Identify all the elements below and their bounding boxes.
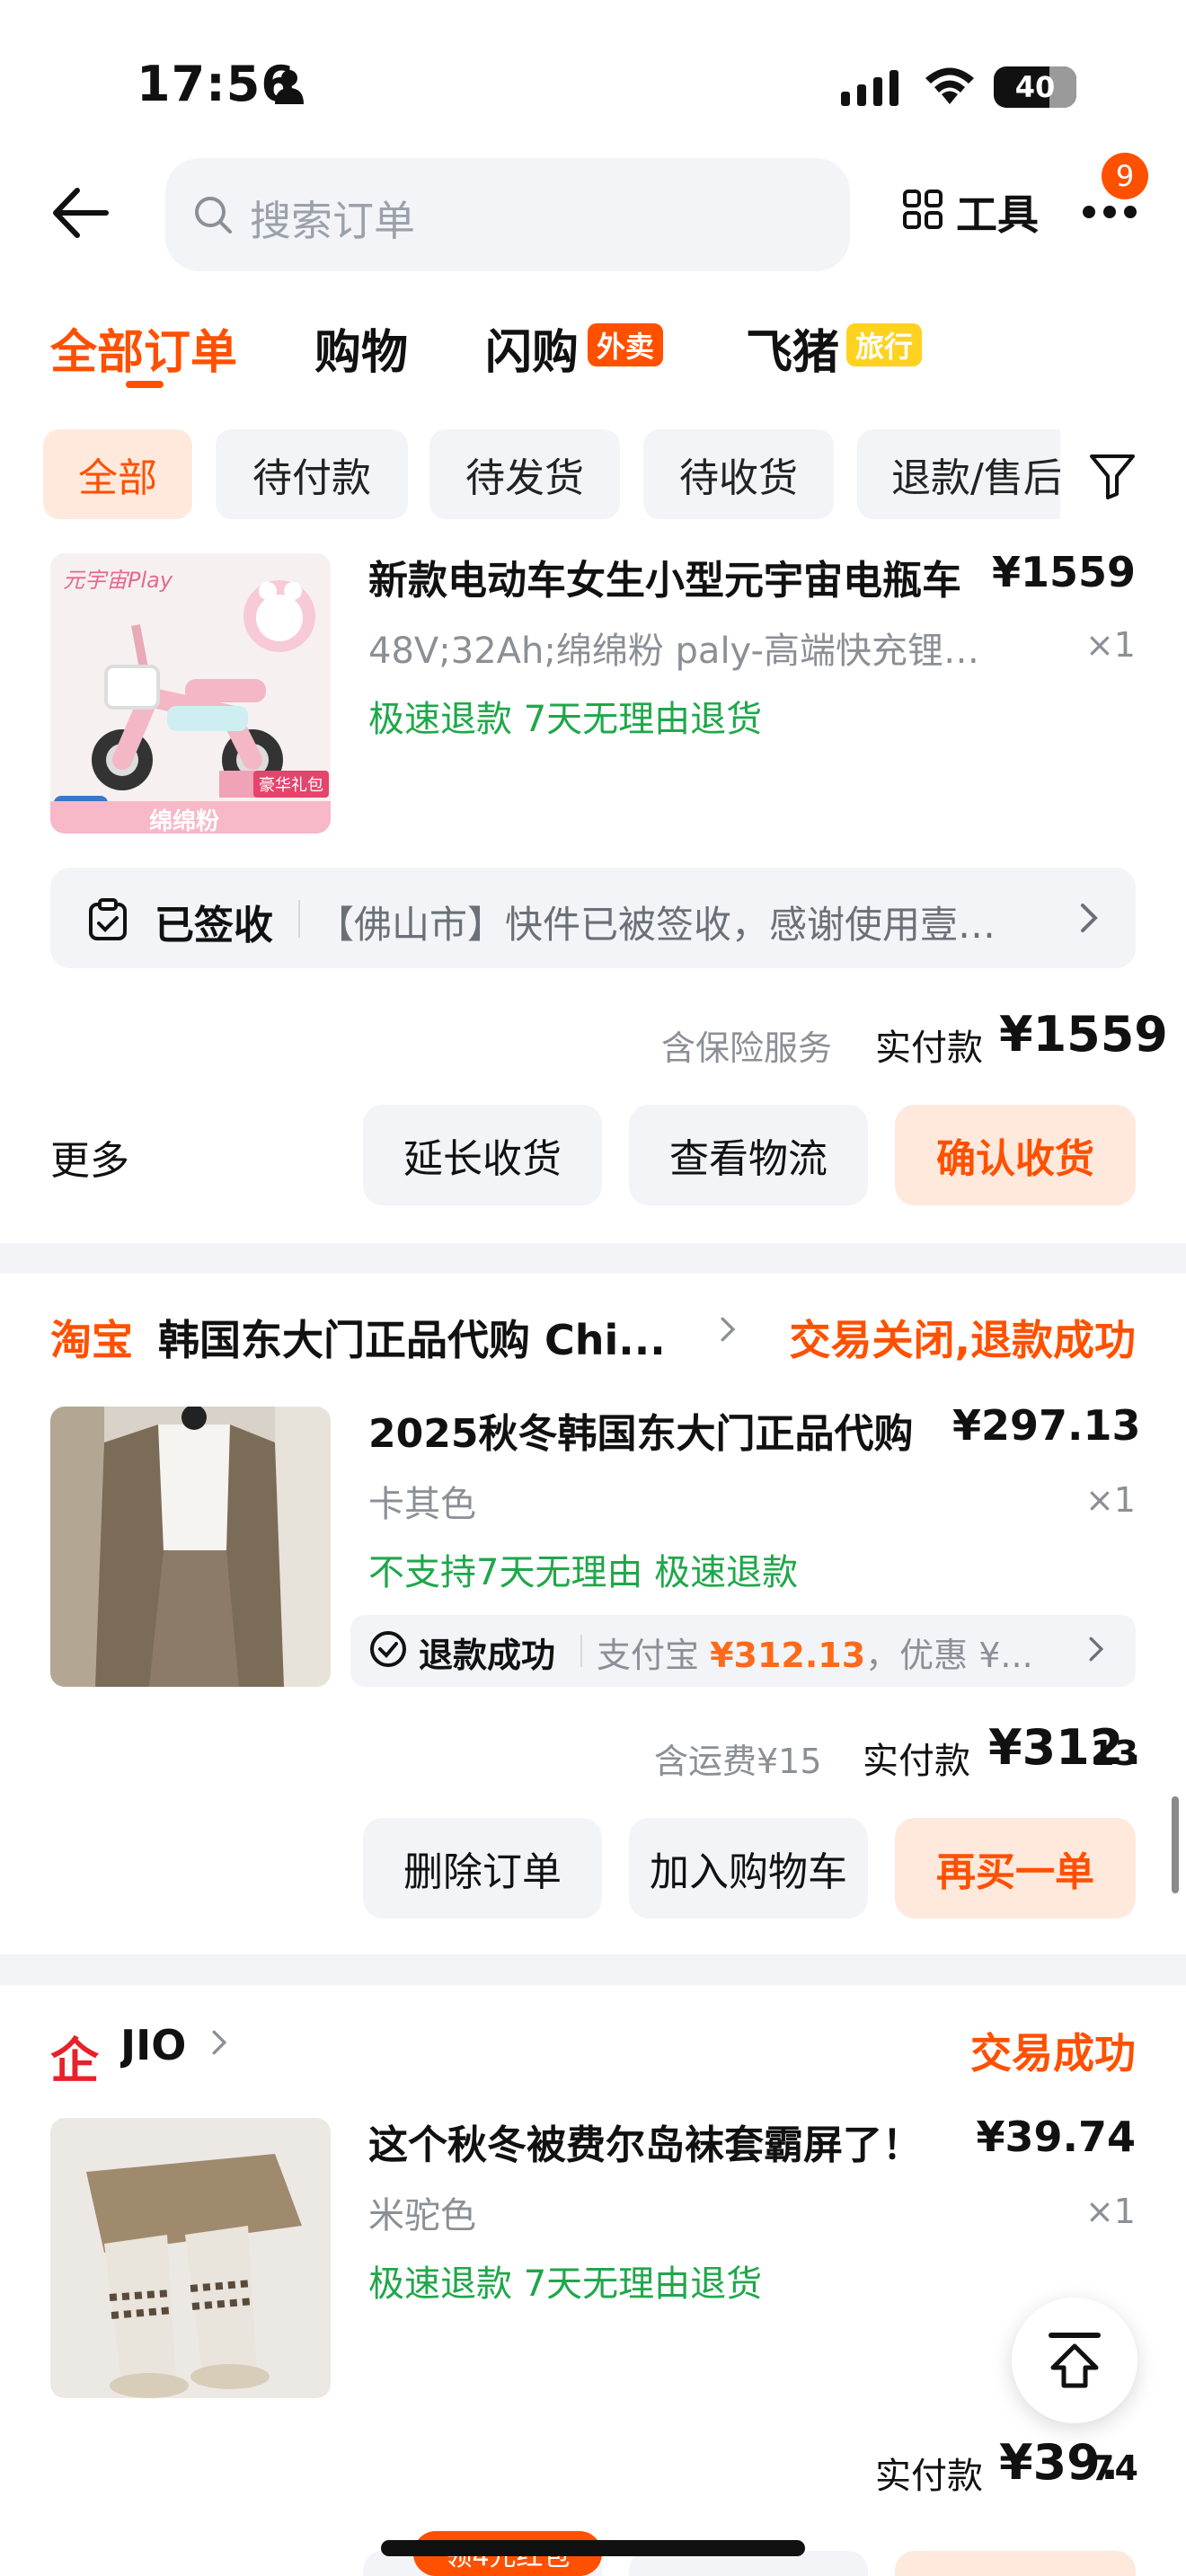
tools-grid-icon[interactable]	[902, 189, 943, 230]
status-time: 17:56	[137, 56, 296, 112]
filter-all[interactable]: 全部	[43, 429, 192, 519]
product-sku: 米驼色	[368, 2195, 476, 2236]
active-tab-indicator	[126, 381, 164, 388]
product-sku: 48V;32Ah;绵绵粉 paly-高端快充锂…	[368, 631, 979, 672]
battery-level: 40	[1014, 70, 1056, 104]
shop-name[interactable]: JIO	[120, 2021, 186, 2069]
person-icon	[275, 70, 304, 104]
back-to-top-button[interactable]	[1012, 2298, 1137, 2423]
add-to-cart-button[interactable]: 加入购物车	[629, 1818, 868, 1919]
product-quantity: ×1	[1084, 1480, 1136, 1520]
product-title[interactable]: 新款电动车女生小型元宇宙电瓶车	[368, 548, 997, 605]
refund-status: 退款成功	[419, 1636, 556, 1675]
order-divider	[0, 1954, 1186, 1985]
paid-label: 实付款	[875, 2456, 983, 2497]
clipboard-check-icon	[89, 898, 127, 940]
paid-amount: ¥1559	[999, 1006, 1168, 1063]
filter-funnel-icon[interactable]	[1087, 451, 1137, 501]
tab-badge-travel: 旅行	[846, 323, 923, 366]
partial-button[interactable]	[895, 2551, 1136, 2576]
refund-detail: 支付宝 ¥312.13，优惠 ¥...	[597, 1628, 1082, 1677]
service-tags: 不支持7天无理由 极速退款	[368, 1552, 799, 1593]
filter-pending-payment[interactable]: 待付款	[216, 429, 408, 519]
filter-refund-aftersale[interactable]: 退款/售后	[857, 429, 1073, 519]
home-indicator	[381, 2540, 805, 2556]
arrow-up-to-top-icon	[1049, 2333, 1101, 2388]
more-actions-link[interactable]: 更多	[50, 1128, 129, 1186]
check-circle-icon	[370, 1631, 406, 1667]
product-title[interactable]: 2025秋冬韩国东大门正品代购	[368, 1401, 961, 1459]
chevron-right-icon	[1089, 1636, 1104, 1662]
product-image-cardigan[interactable]	[50, 1407, 331, 1687]
service-tags: 极速退款 7天无理由退货	[368, 699, 763, 740]
service-tags: 极速退款 7天无理由退货	[368, 2263, 763, 2305]
shop-name[interactable]: 韩国东大门正品代购 Chi...	[158, 1308, 706, 1367]
product-price: ¥39.74	[976, 2113, 1136, 2161]
scrollbar[interactable]	[1172, 1796, 1179, 1893]
wifi-icon	[925, 67, 974, 104]
notification-badge: 9	[1102, 153, 1148, 199]
filter-pending-shipment[interactable]: 待发货	[429, 429, 620, 519]
product-quantity: ×1	[1084, 2192, 1136, 2231]
search-input[interactable]: 搜索订单	[165, 158, 850, 271]
shop-chevron-icon	[212, 2030, 227, 2055]
filter-pending-receipt[interactable]: 待收货	[643, 429, 834, 519]
product-title[interactable]: 这个秋冬被费尔岛袜套霸屏了！	[368, 2113, 961, 2170]
platform-taobao-logo: 淘宝	[50, 1316, 133, 1364]
view-logistics-button[interactable]: 查看物流	[629, 1105, 868, 1205]
paid-label: 实付款	[875, 1028, 983, 1069]
product-quantity: ×1	[1084, 625, 1136, 665]
tab-flash-buy[interactable]: 闪购	[485, 314, 579, 382]
tools-button[interactable]: 工具	[956, 182, 1039, 242]
extend-receipt-button[interactable]: 延长收货	[363, 1105, 602, 1205]
thumb-gift-text: 豪华礼包	[253, 771, 329, 798]
more-dots-icon[interactable]	[1082, 203, 1137, 221]
product-sku: 卡其色	[368, 1484, 476, 1525]
shop-logo-icon: 企	[50, 2033, 99, 2089]
tab-fliggy[interactable]: 飞猪	[746, 314, 839, 382]
search-icon	[195, 197, 232, 234]
insurance-note: 含保险服务	[661, 1028, 833, 1068]
refund-method: 支付宝	[597, 1636, 711, 1675]
logistics-status: 已签收	[155, 903, 273, 948]
paid-label: 实付款	[863, 1741, 970, 1782]
shop-chevron-icon	[721, 1317, 736, 1342]
order-status: 交易关闭,退款成功	[789, 1316, 1136, 1364]
order-status: 交易成功	[970, 2029, 1136, 2078]
shipping-fee-note: 含运费¥15	[654, 1742, 822, 1781]
refund-discount: ，优惠 ¥...	[865, 1636, 1033, 1675]
order-divider	[0, 1243, 1186, 1274]
product-image-leg-warmers[interactable]	[50, 2118, 331, 2398]
thumb-brand-text: 元宇宙Play	[63, 568, 173, 593]
leg-warmers-illustration	[50, 2118, 331, 2398]
tab-all-orders[interactable]: 全部订单	[50, 314, 237, 382]
back-arrow-icon[interactable]	[50, 183, 110, 243]
cardigan-illustration	[50, 1407, 331, 1687]
tab-shopping[interactable]: 购物	[314, 314, 408, 382]
search-placeholder: 搜索订单	[250, 197, 415, 245]
confirm-receipt-button[interactable]: 确认收货	[895, 1105, 1136, 1205]
logistics-text: 【佛山市】快件已被签收，感谢使用壹…	[316, 903, 996, 947]
chevron-right-icon	[1081, 904, 1098, 932]
tab-badge-takeout: 外卖	[588, 323, 664, 366]
thumb-label-text: 绵绵粉	[149, 808, 220, 834]
status-bar: 17:56 40	[0, 0, 1186, 153]
delete-order-button[interactable]: 删除订单	[363, 1818, 602, 1919]
paid-amount-dec: 74	[1091, 2448, 1138, 2488]
product-price: ¥297.13	[952, 1401, 1141, 1450]
cellular-signal-icon	[841, 70, 898, 106]
paid-amount-dec: 13	[1091, 1734, 1138, 1773]
product-image-ebike[interactable]: 元宇宙Play 豪华礼包 绵绵粉	[50, 553, 331, 834]
product-price: ¥1559	[991, 548, 1136, 596]
refund-amount: ¥312.13	[710, 1636, 866, 1675]
battery-indicator: 40	[994, 66, 1076, 108]
buy-again-button[interactable]: 再买一单	[895, 1818, 1136, 1919]
